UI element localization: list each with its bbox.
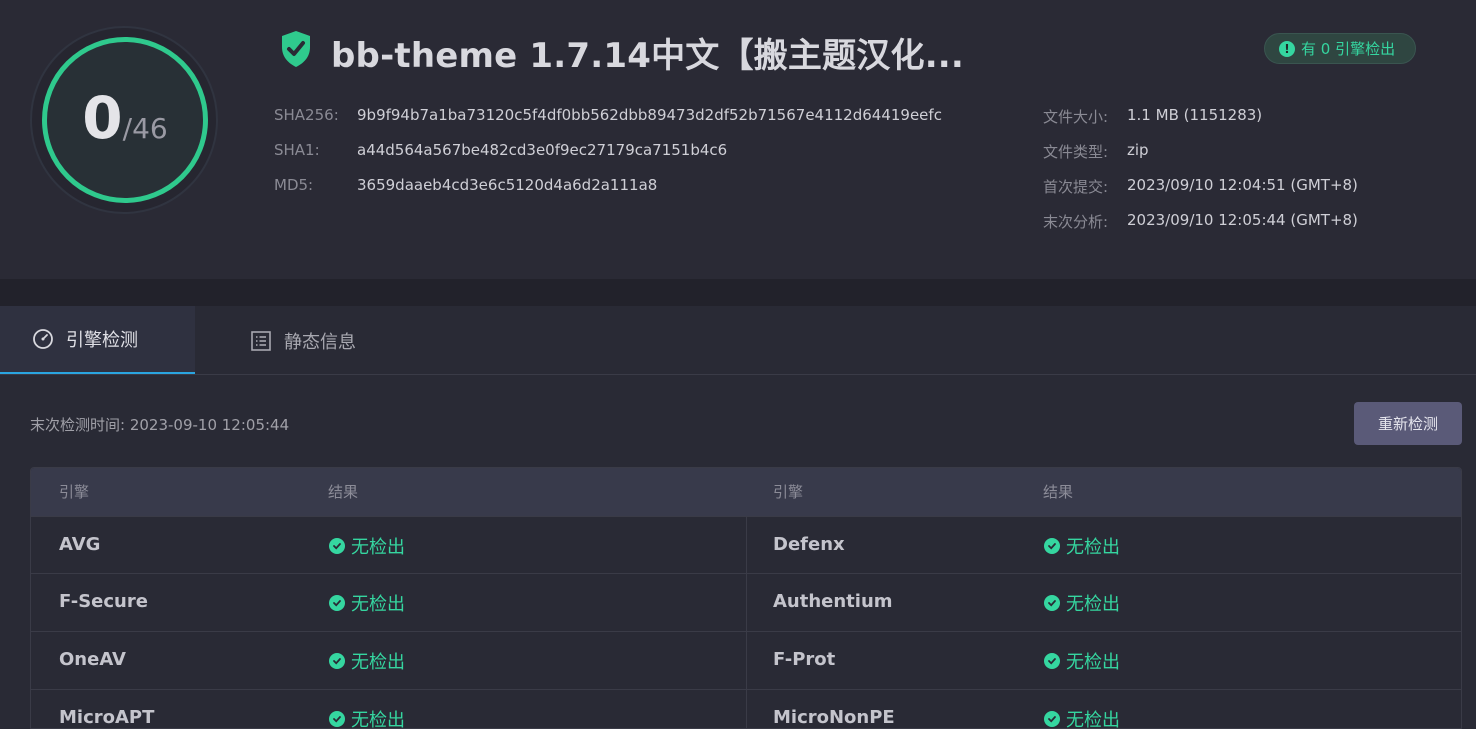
gauge-icon (32, 328, 54, 350)
file-size-value: 1.1 MB (1151283) (1127, 106, 1263, 124)
engine-result: 无检出 (1044, 517, 1120, 574)
engine-name: F-Secure (59, 591, 148, 612)
engine-result: 无检出 (329, 690, 405, 729)
detection-score: 0 /46 (42, 37, 208, 203)
engine-name: AVG (59, 534, 101, 555)
engine-name: Authentium (773, 591, 893, 612)
detection-badge: ! 有 0 引擎检出 (1264, 33, 1416, 64)
tab-engine-detection-label: 引擎检测 (66, 330, 138, 351)
engine-name: MicroNonPE (773, 707, 895, 728)
check-circle-icon (329, 537, 345, 554)
file-title: bb-theme 1.7.14中文【搬主题汉化... (331, 36, 965, 76)
last-analysis-label: 末次分析: (1043, 213, 1109, 231)
engine-result: 无检出 (1044, 632, 1120, 689)
engine-result: 无检出 (329, 574, 405, 631)
sha256-label: SHA256: (274, 106, 339, 124)
table-row: AVG 无检出 Defenx 无检出 (31, 516, 1461, 574)
table-row: OneAV 无检出 F-Prot 无检出 (31, 631, 1461, 689)
engine-total: /46 (122, 112, 168, 145)
tab-static-info-label: 静态信息 (284, 331, 356, 353)
check-circle-icon (329, 710, 345, 727)
md5-value[interactable]: 3659daaeb4cd3e6c5120d4a6d2a111a8 (357, 176, 657, 194)
sha1-label: SHA1: (274, 141, 320, 159)
sha1-value[interactable]: a44d564a567be482cd3e0f9ec27179ca7151b4c6 (357, 141, 727, 159)
result-text: 无检出 (1066, 593, 1120, 615)
engine-name: Defenx (773, 534, 845, 555)
engine-result: 无检出 (329, 517, 405, 574)
first-submit-value: 2023/09/10 12:04:51 (GMT+8) (1127, 176, 1358, 194)
column-header-engine-left: 引擎 (59, 483, 90, 501)
last-check-time: 末次检测时间: 2023-09-10 12:05:44 (30, 416, 290, 434)
engine-result: 无检出 (1044, 690, 1120, 729)
table-row: MicroAPT 无检出 MicroNonPE 无检出 (31, 689, 1461, 729)
section-gap (0, 279, 1476, 306)
detection-badge-text: 有 0 引擎检出 (1301, 40, 1396, 58)
column-header-engine-right: 引擎 (773, 483, 804, 501)
file-type-label: 文件类型: (1043, 143, 1109, 161)
exclamation-circle-icon: ! (1279, 40, 1295, 57)
file-type-value: zip (1127, 141, 1149, 159)
column-header-result-left: 结果 (328, 483, 359, 501)
tab-engine-detection[interactable]: 引擎检测 (0, 306, 195, 375)
check-circle-icon (329, 594, 345, 611)
sha256-value[interactable]: 9b9f94b7a1ba73120c5f4df0bb562dbb89473d2d… (357, 106, 942, 124)
file-size-label: 文件大小: (1043, 108, 1109, 126)
result-text: 无检出 (351, 709, 405, 729)
check-circle-icon (1044, 652, 1060, 669)
tab-static-info[interactable]: 静态信息 (250, 306, 356, 375)
result-text: 无检出 (351, 651, 405, 673)
engine-name: MicroAPT (59, 707, 155, 728)
result-text: 无检出 (1066, 651, 1120, 673)
column-header-result-right: 结果 (1043, 483, 1074, 501)
engine-results-table: 引擎 结果 引擎 结果 AVG 无检出 Defenx 无检出 F-Secure … (30, 467, 1462, 729)
tab-divider (0, 374, 1476, 375)
list-icon (250, 330, 272, 352)
shield-check-icon (282, 31, 310, 67)
recheck-button[interactable]: 重新检测 (1354, 402, 1462, 445)
result-text: 无检出 (351, 593, 405, 615)
check-circle-icon (329, 652, 345, 669)
engine-result: 无检出 (329, 632, 405, 689)
engine-name: F-Prot (773, 649, 836, 670)
check-circle-icon (1044, 710, 1060, 727)
first-submit-label: 首次提交: (1043, 178, 1109, 196)
detected-count: 0 (82, 84, 123, 152)
check-circle-icon (1044, 594, 1060, 611)
result-text: 无检出 (1066, 536, 1120, 558)
engine-name: OneAV (59, 649, 126, 670)
md5-label: MD5: (274, 176, 314, 194)
table-row: F-Secure 无检出 Authentium 无检出 (31, 573, 1461, 631)
result-text: 无检出 (351, 536, 405, 558)
check-circle-icon (1044, 537, 1060, 554)
result-text: 无检出 (1066, 709, 1120, 729)
table-header: 引擎 结果 引擎 结果 (31, 468, 1461, 516)
last-analysis-value: 2023/09/10 12:05:44 (GMT+8) (1127, 211, 1358, 229)
engine-result: 无检出 (1044, 574, 1120, 631)
